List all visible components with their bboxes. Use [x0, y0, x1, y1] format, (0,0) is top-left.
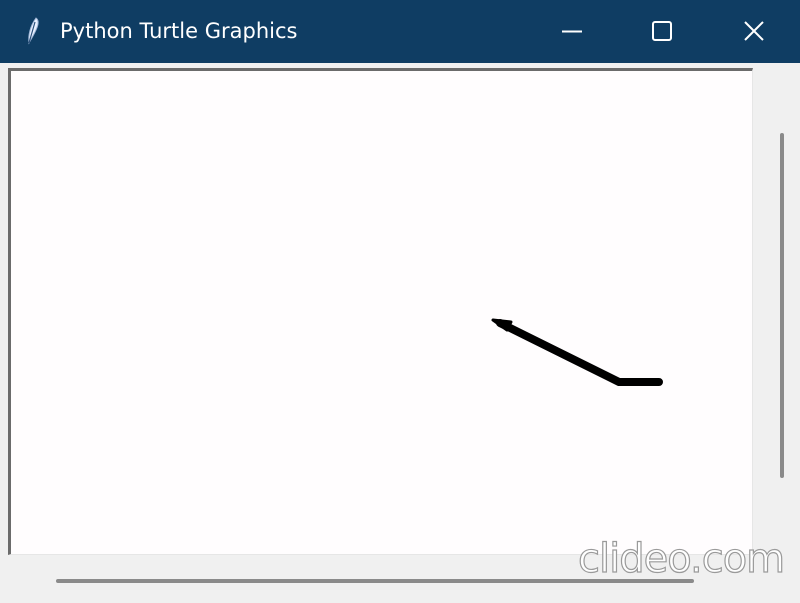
vertical-scroll-thumb[interactable] [780, 133, 784, 478]
close-icon [744, 21, 764, 41]
minimize-icon [562, 30, 582, 33]
client-area [0, 63, 800, 603]
minimize-button[interactable] [540, 0, 604, 63]
turtle-canvas[interactable] [8, 68, 753, 555]
maximize-icon [652, 21, 672, 41]
window-title: Python Turtle Graphics [60, 19, 298, 43]
drawing-surface [491, 318, 663, 386]
title-bar[interactable]: Python Turtle Graphics [0, 0, 800, 63]
maximize-button[interactable] [630, 0, 694, 63]
turtle-window: Python Turtle Graphics clideo.com [0, 0, 800, 603]
close-button[interactable] [722, 0, 786, 63]
feather-icon [22, 16, 44, 46]
turtle-path [496, 319, 663, 386]
watermark: clideo.com [577, 535, 785, 582]
turtle-cursor [491, 318, 513, 332]
vertical-scrollbar[interactable] [768, 63, 800, 563]
